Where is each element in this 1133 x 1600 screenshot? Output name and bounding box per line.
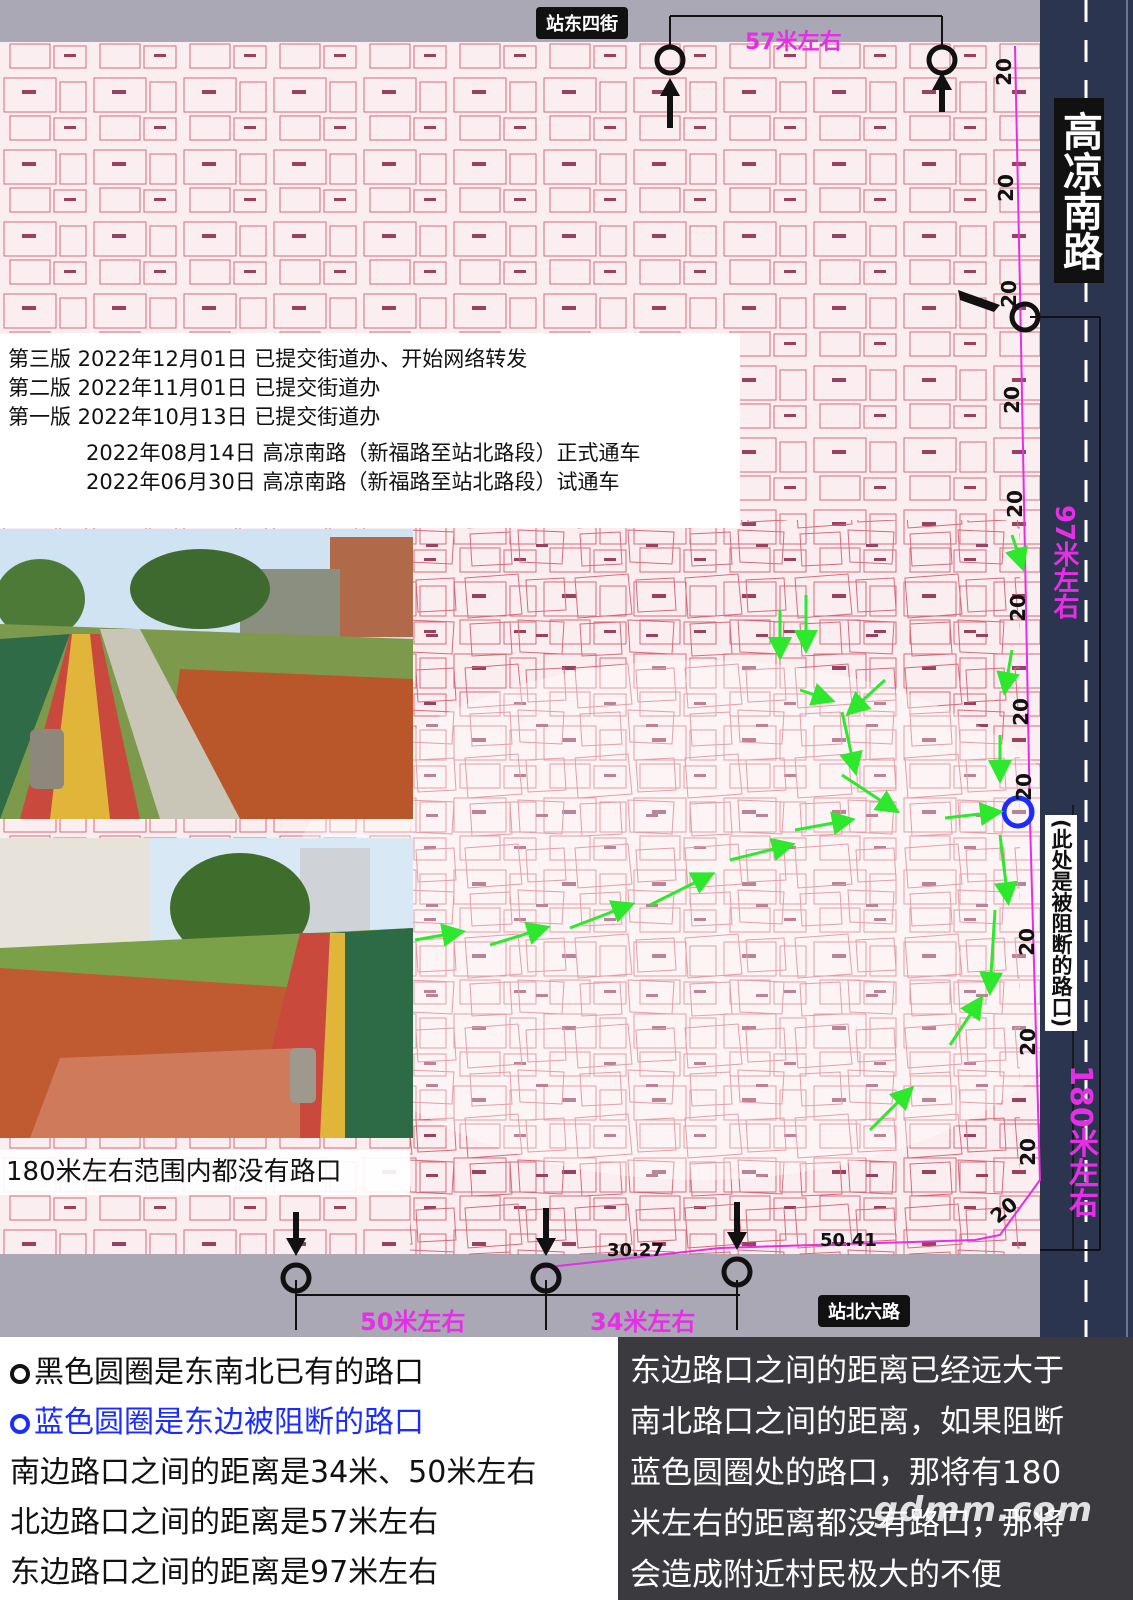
distance-south-left: 50米左右 — [360, 1308, 466, 1336]
roadside-photo-2 — [0, 838, 413, 1138]
speed-label: 20 — [991, 58, 1016, 86]
speed-label: 20 — [1015, 1138, 1040, 1166]
measure-label: 50.41 — [820, 1230, 877, 1251]
legend-text: 蓝色圆圈是东边被阻断的路口 — [34, 1405, 424, 1440]
speed-label: 20 — [993, 174, 1018, 202]
speed-label: 20 — [1011, 773, 1036, 801]
version-line: 第二版 2022年11月01日 已提交街道办 — [8, 376, 381, 400]
legend-row: 蓝色圆圈是东边被阻断的路口 — [10, 1397, 424, 1441]
version-line: 第一版 2022年10月13日 已提交街道办 — [8, 405, 381, 429]
street-label-north: 站东四街 — [536, 7, 628, 39]
legend-row: 黑色圆圈是东南北已有的路口 — [10, 1347, 424, 1391]
road-name-text: 高凉南路 — [1056, 110, 1102, 271]
speed-label: 20 — [1015, 1028, 1040, 1056]
explanation-panel: 东边路口之间的距离已经远大于 南北路口之间的距离，如果阻断 蓝色圆圈处的路口，那… — [618, 1337, 1133, 1600]
explanation-line: 东边路口之间的距离已经远大于 — [630, 1353, 1064, 1389]
blue-circle-icon — [10, 1413, 30, 1434]
speed-label: 20 — [1008, 698, 1033, 726]
explanation-line: 会造成附近村民极大的不便 — [630, 1557, 1002, 1593]
speed-label: 20 — [1014, 928, 1039, 956]
legend-text: 南边路口之间的距离是34米、50米左右 — [10, 1455, 537, 1490]
version-line: 2022年06月30日 高凉南路（新福路至站北路段）试通车 — [86, 470, 620, 494]
legend-panel: 黑色圆圈是东南北已有的路口 蓝色圆圈是东边被阻断的路口 南边路口之间的距离是34… — [0, 1337, 618, 1600]
legend-text: 东边路口之间的距离是97米左右 — [10, 1555, 439, 1590]
legend-text: 黑色圆圈是东南北已有的路口 — [34, 1355, 424, 1390]
explanation-line: 蓝色圆圈处的路口，那将有180 — [630, 1455, 1062, 1491]
version-line: 2022年08月14日 高凉南路（新福路至站北路段）正式通车 — [86, 441, 641, 465]
version-line: 第三版 2022年12月01日 已提交街道办、开始网络转发 — [8, 347, 528, 371]
version-history: 第三版 2022年12月01日 已提交街道办、开始网络转发 第二版 2022年1… — [0, 333, 740, 528]
legend-text: 北边路口之间的距离是57米左右 — [10, 1505, 439, 1540]
black-circle-icon — [10, 1363, 30, 1384]
speed-label: 20 — [1002, 490, 1027, 518]
roadside-photo-1 — [0, 529, 413, 819]
speed-label: 20 — [999, 386, 1024, 414]
distance-north: 57米左右 — [745, 30, 842, 55]
speed-label: 20 — [996, 280, 1021, 308]
watermark: gdmm.com — [873, 1490, 1093, 1530]
street-label-south: 站北六路 — [818, 1295, 910, 1327]
explanation-line: 南北路口之间的距离，如果阻断 — [630, 1404, 1064, 1440]
blocked-intersection-note: (此处是被阻断的路口) — [1045, 815, 1077, 1032]
measure-label: 30.27 — [607, 1240, 664, 1261]
distance-east-lower: 180米左右 — [1063, 1065, 1098, 1218]
speed-label: 20 — [1005, 594, 1030, 622]
road-name-east: 高凉南路 — [1054, 98, 1104, 283]
distance-east-upper: 97米左右 — [1049, 505, 1079, 620]
photo-caption: 180米左右范围内都没有路口 — [0, 1150, 410, 1195]
distance-south-right: 34米左右 — [590, 1308, 696, 1336]
